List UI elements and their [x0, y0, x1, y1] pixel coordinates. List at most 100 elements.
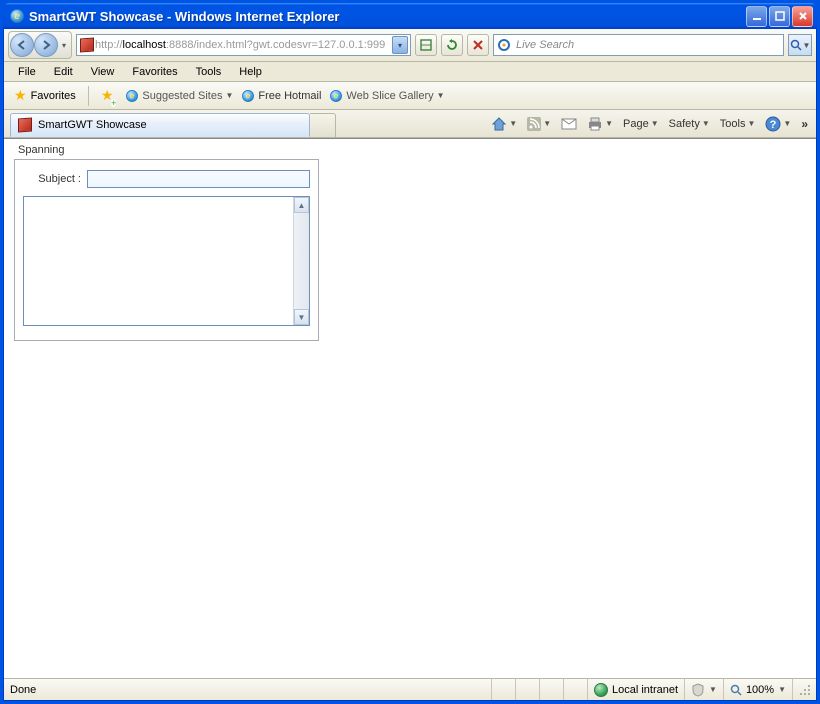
- web-slice-gallery-link[interactable]: e Web Slice Gallery ▼: [329, 89, 444, 103]
- home-icon: [491, 116, 507, 132]
- tab-active[interactable]: SmartGWT Showcase: [10, 113, 310, 137]
- help-button[interactable]: ? ▼: [761, 114, 795, 134]
- search-box[interactable]: Live Search: [493, 34, 784, 56]
- favorites-button[interactable]: ★ Favorites: [10, 85, 80, 106]
- mail-icon: [561, 118, 577, 130]
- favorites-bar: ★ Favorites ★ e Suggested Sites ▼ e Free…: [4, 82, 816, 110]
- bing-icon: [498, 38, 512, 52]
- security-zone-label: Local intranet: [612, 684, 678, 696]
- nav-history-dropdown[interactable]: ▾: [58, 41, 70, 50]
- minimize-button[interactable]: [746, 6, 767, 27]
- suggested-sites-label: Suggested Sites: [142, 90, 222, 102]
- compat-view-button[interactable]: [415, 34, 437, 56]
- print-button[interactable]: ▼: [583, 115, 617, 133]
- free-hotmail-label: Free Hotmail: [258, 90, 321, 102]
- star-icon: ★: [14, 87, 27, 104]
- feeds-button[interactable]: ▼: [523, 115, 555, 133]
- forward-button[interactable]: [34, 33, 58, 57]
- menu-help[interactable]: Help: [231, 64, 270, 80]
- rss-icon: [527, 117, 541, 131]
- browser-chrome: ▾ http://localhost:8888/index.html?gwt.c…: [3, 29, 817, 701]
- ie-logo-icon: e: [9, 8, 25, 24]
- page-content: Spanning Subject : ▲ ▼: [4, 138, 816, 678]
- page-menu-label: Page: [623, 118, 649, 130]
- back-button[interactable]: [10, 33, 34, 57]
- arrow-right-icon: [40, 39, 52, 51]
- address-dropdown[interactable]: ▾: [392, 36, 408, 54]
- chevron-down-icon: ▼: [651, 119, 659, 128]
- menu-file[interactable]: File: [10, 64, 44, 80]
- free-hotmail-link[interactable]: e Free Hotmail: [241, 89, 321, 103]
- tab-bar: SmartGWT Showcase ▼ ▼ ▼: [4, 110, 816, 138]
- stop-x-icon: [472, 39, 484, 51]
- suggested-sites-link[interactable]: e Suggested Sites ▼: [125, 89, 233, 103]
- command-overflow-button[interactable]: »: [797, 117, 812, 131]
- tab-title: SmartGWT Showcase: [38, 119, 147, 131]
- menu-bar: File Edit View Favorites Tools Help: [4, 62, 816, 82]
- read-mail-button[interactable]: [557, 116, 581, 132]
- chevron-down-icon: ▼: [709, 685, 717, 694]
- stop-button[interactable]: [467, 34, 489, 56]
- security-zone[interactable]: Local intranet: [587, 679, 684, 700]
- page-broken-icon: [419, 38, 433, 52]
- window-title: SmartGWT Showcase - Windows Internet Exp…: [29, 9, 746, 24]
- page-menu[interactable]: Page ▼: [619, 116, 663, 132]
- chevron-down-icon: ▼: [783, 119, 791, 128]
- search-button[interactable]: ▼: [788, 34, 812, 56]
- status-cell-empty-2: [515, 679, 539, 700]
- web-slice-label: Web Slice Gallery: [346, 90, 433, 102]
- chevron-down-icon: ▼: [778, 685, 786, 694]
- help-icon: ?: [765, 116, 781, 132]
- subject-input[interactable]: [87, 170, 310, 188]
- globe-icon: [594, 683, 608, 697]
- textarea-scrollbar[interactable]: ▲ ▼: [293, 197, 309, 325]
- refresh-button[interactable]: [441, 34, 463, 56]
- zoom-control[interactable]: 100% ▼: [723, 679, 792, 700]
- protected-mode[interactable]: ▼: [684, 679, 723, 700]
- zoom-icon: [730, 684, 742, 696]
- chevron-down-icon: ▼: [509, 119, 517, 128]
- shield-icon: [691, 683, 705, 697]
- close-icon: [798, 11, 808, 21]
- menu-edit[interactable]: Edit: [46, 64, 81, 80]
- close-button[interactable]: [792, 6, 813, 27]
- url-host: localhost: [123, 39, 166, 51]
- nav-back-forward-group: ▾: [8, 31, 72, 59]
- status-text: Done: [4, 684, 384, 696]
- subject-label: Subject :: [23, 173, 81, 185]
- address-text: http://localhost:8888/index.html?gwt.cod…: [95, 39, 392, 51]
- tab-strip: SmartGWT Showcase: [10, 110, 336, 137]
- command-bar: ▼ ▼ ▼ Page ▼ Safety: [487, 114, 812, 134]
- status-cell-empty-4: [563, 679, 587, 700]
- svg-text:?: ?: [770, 119, 777, 131]
- chevron-down-icon: ▼: [605, 119, 613, 128]
- add-favorites-button[interactable]: ★: [97, 85, 118, 106]
- address-bar[interactable]: http://localhost:8888/index.html?gwt.cod…: [76, 34, 411, 56]
- site-icon: [79, 37, 95, 53]
- ie-page-icon: e: [242, 90, 254, 102]
- status-bar: Done Local intranet ▼ 100% ▼: [4, 678, 816, 700]
- status-cell-empty-3: [539, 679, 563, 700]
- status-cell-empty-1: [491, 679, 515, 700]
- safety-menu[interactable]: Safety ▼: [665, 116, 714, 132]
- menu-tools[interactable]: Tools: [188, 64, 230, 80]
- refresh-icon: [445, 38, 459, 52]
- ie-page-icon: e: [330, 90, 342, 102]
- message-textarea[interactable]: ▲ ▼: [23, 196, 310, 326]
- home-button[interactable]: ▼: [487, 114, 521, 134]
- chevron-down-icon: ▼: [437, 91, 445, 100]
- star-plus-icon: ★: [101, 87, 114, 104]
- resize-grip[interactable]: [792, 679, 816, 700]
- maximize-button[interactable]: [769, 6, 790, 27]
- titlebar[interactable]: e SmartGWT Showcase - Windows Internet E…: [3, 3, 817, 29]
- tools-menu[interactable]: Tools ▼: [716, 116, 760, 132]
- menu-favorites[interactable]: Favorites: [124, 64, 185, 80]
- url-path: :8888/index.html?gwt.codesvr=127.0.0.1:9…: [166, 39, 385, 51]
- scroll-down-button[interactable]: ▼: [294, 309, 309, 325]
- scroll-up-button[interactable]: ▲: [294, 197, 309, 213]
- menu-view[interactable]: View: [83, 64, 123, 80]
- separator: [88, 86, 89, 106]
- printer-icon: [587, 117, 603, 131]
- new-tab-button[interactable]: [310, 113, 336, 137]
- chevron-down-icon: ▼: [543, 119, 551, 128]
